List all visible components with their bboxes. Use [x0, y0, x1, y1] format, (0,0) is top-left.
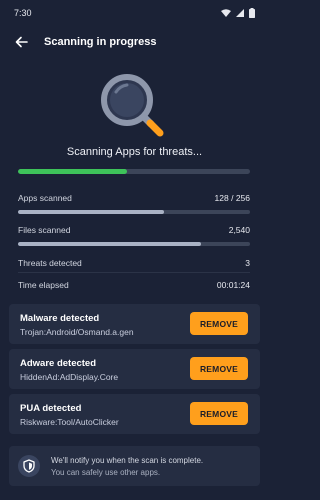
- status-bar: 7:30: [0, 0, 269, 26]
- files-progress-fill: [18, 242, 202, 246]
- magnifier-illustration: [96, 72, 174, 138]
- files-scanned-label: Files scanned: [18, 225, 71, 235]
- magnifier-icon: [101, 74, 164, 137]
- threat-card-malware: Malware detected Trojan:Android/Osmand.a…: [9, 304, 260, 344]
- files-scanned-row: Files scanned 2,540: [18, 225, 250, 235]
- threats-detected-value: 3: [245, 258, 250, 268]
- threat-title: Malware detected: [20, 313, 100, 324]
- threat-card-adware: Adware detected HiddenAd:AdDisplay.Core …: [9, 349, 260, 389]
- threats-detected-label: Threats detected: [18, 258, 82, 268]
- apps-scanned-row: Apps scanned 128 / 256: [18, 193, 250, 203]
- info-text: We'll notify you when the scan is comple…: [51, 455, 203, 479]
- apps-progress-fill: [18, 210, 165, 214]
- apps-scanned-label: Apps scanned: [18, 193, 72, 203]
- signal-icon: [236, 9, 244, 17]
- threat-title: Adware detected: [20, 358, 97, 369]
- wifi-icon: [221, 9, 231, 17]
- apps-progress-bar: [18, 210, 250, 214]
- threat-name: Riskware:Tool/AutoClicker: [20, 417, 119, 427]
- remove-pua-button[interactable]: REMOVE: [190, 402, 248, 425]
- threat-name: Trojan:Android/Osmand.a.gen: [20, 327, 134, 337]
- apps-scanned-value: 128 / 256: [214, 193, 250, 203]
- threats-detected-row: Threats detected 3: [18, 258, 250, 268]
- remove-adware-button[interactable]: REMOVE: [190, 357, 248, 380]
- status-icons: [221, 8, 255, 18]
- arrow-left-icon: [15, 36, 28, 48]
- scan-progress-bar: [18, 169, 250, 174]
- time-elapsed-label: Time elapsed: [18, 280, 69, 290]
- files-scanned-value: 2,540: [228, 225, 250, 235]
- status-time: 7:30: [14, 8, 32, 18]
- info-line-1: We'll notify you when the scan is comple…: [51, 456, 204, 465]
- files-progress-bar: [18, 242, 250, 246]
- shield-icon: [18, 455, 40, 477]
- threat-name: HiddenAd:AdDisplay.Core: [20, 372, 119, 382]
- info-card: We'll notify you when the scan is comple…: [9, 446, 260, 486]
- threat-card-pua: PUA detected Riskware:Tool/AutoClicker R…: [9, 394, 260, 434]
- scan-status-label: Scanning Apps for threats...: [66, 146, 203, 158]
- time-elapsed-row: Time elapsed 00:01:24: [18, 280, 250, 290]
- divider: [18, 272, 250, 273]
- info-line-2: You can safely use other apps.: [51, 468, 161, 477]
- page-title: Scanning in progress: [44, 36, 157, 48]
- battery-icon: [249, 8, 255, 18]
- app-bar: Scanning in progress: [0, 28, 269, 56]
- scan-progress-fill: [18, 169, 128, 174]
- remove-malware-button[interactable]: REMOVE: [190, 312, 248, 335]
- time-elapsed-value: 00:01:24: [216, 280, 250, 290]
- back-button[interactable]: [12, 33, 30, 51]
- threat-title: PUA detected: [20, 403, 82, 414]
